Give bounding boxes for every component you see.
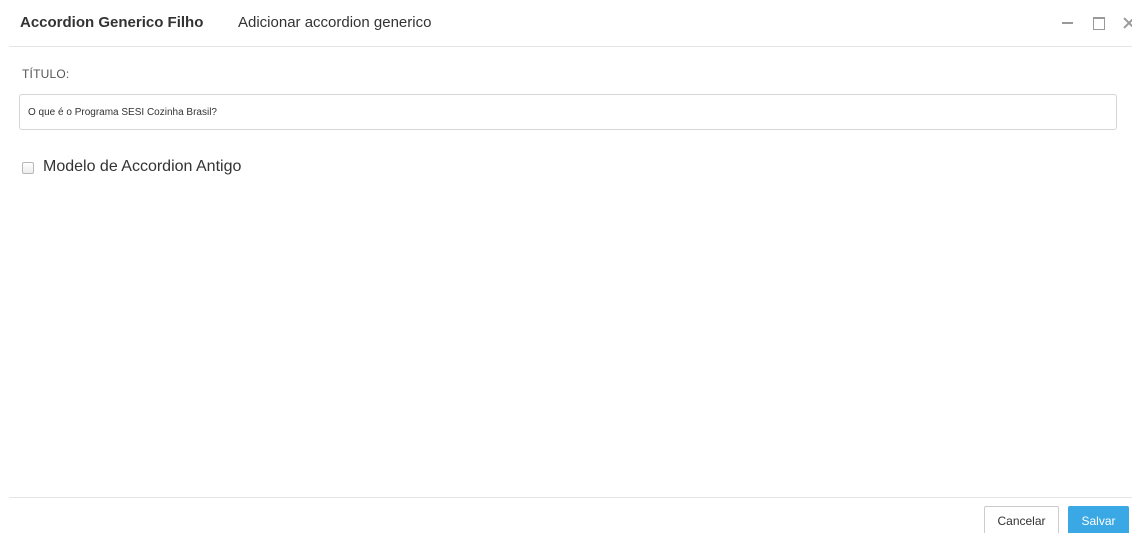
minimize-icon[interactable]: [1060, 13, 1076, 31]
dialog: Accordion Generico Filho Adicionar accor…: [0, 0, 1132, 533]
dialog-title: Accordion Generico Filho: [20, 14, 204, 31]
title-input[interactable]: [19, 94, 1117, 130]
close-icon[interactable]: [1121, 13, 1132, 31]
maximize-icon[interactable]: [1091, 13, 1107, 31]
dialog-header: Accordion Generico Filho Adicionar accor…: [9, 0, 1132, 47]
accordion-model-checkbox-label[interactable]: Modelo de Accordion Antigo: [43, 158, 241, 176]
dialog-footer: [9, 497, 1132, 533]
save-button[interactable]: Salvar: [1068, 506, 1129, 533]
dialog-subtitle: Adicionar accordion generico: [238, 14, 432, 31]
title-field-label: TÍTULO:: [22, 67, 70, 81]
accordion-model-checkbox[interactable]: [22, 162, 34, 174]
cancel-button[interactable]: Cancelar: [984, 506, 1059, 533]
